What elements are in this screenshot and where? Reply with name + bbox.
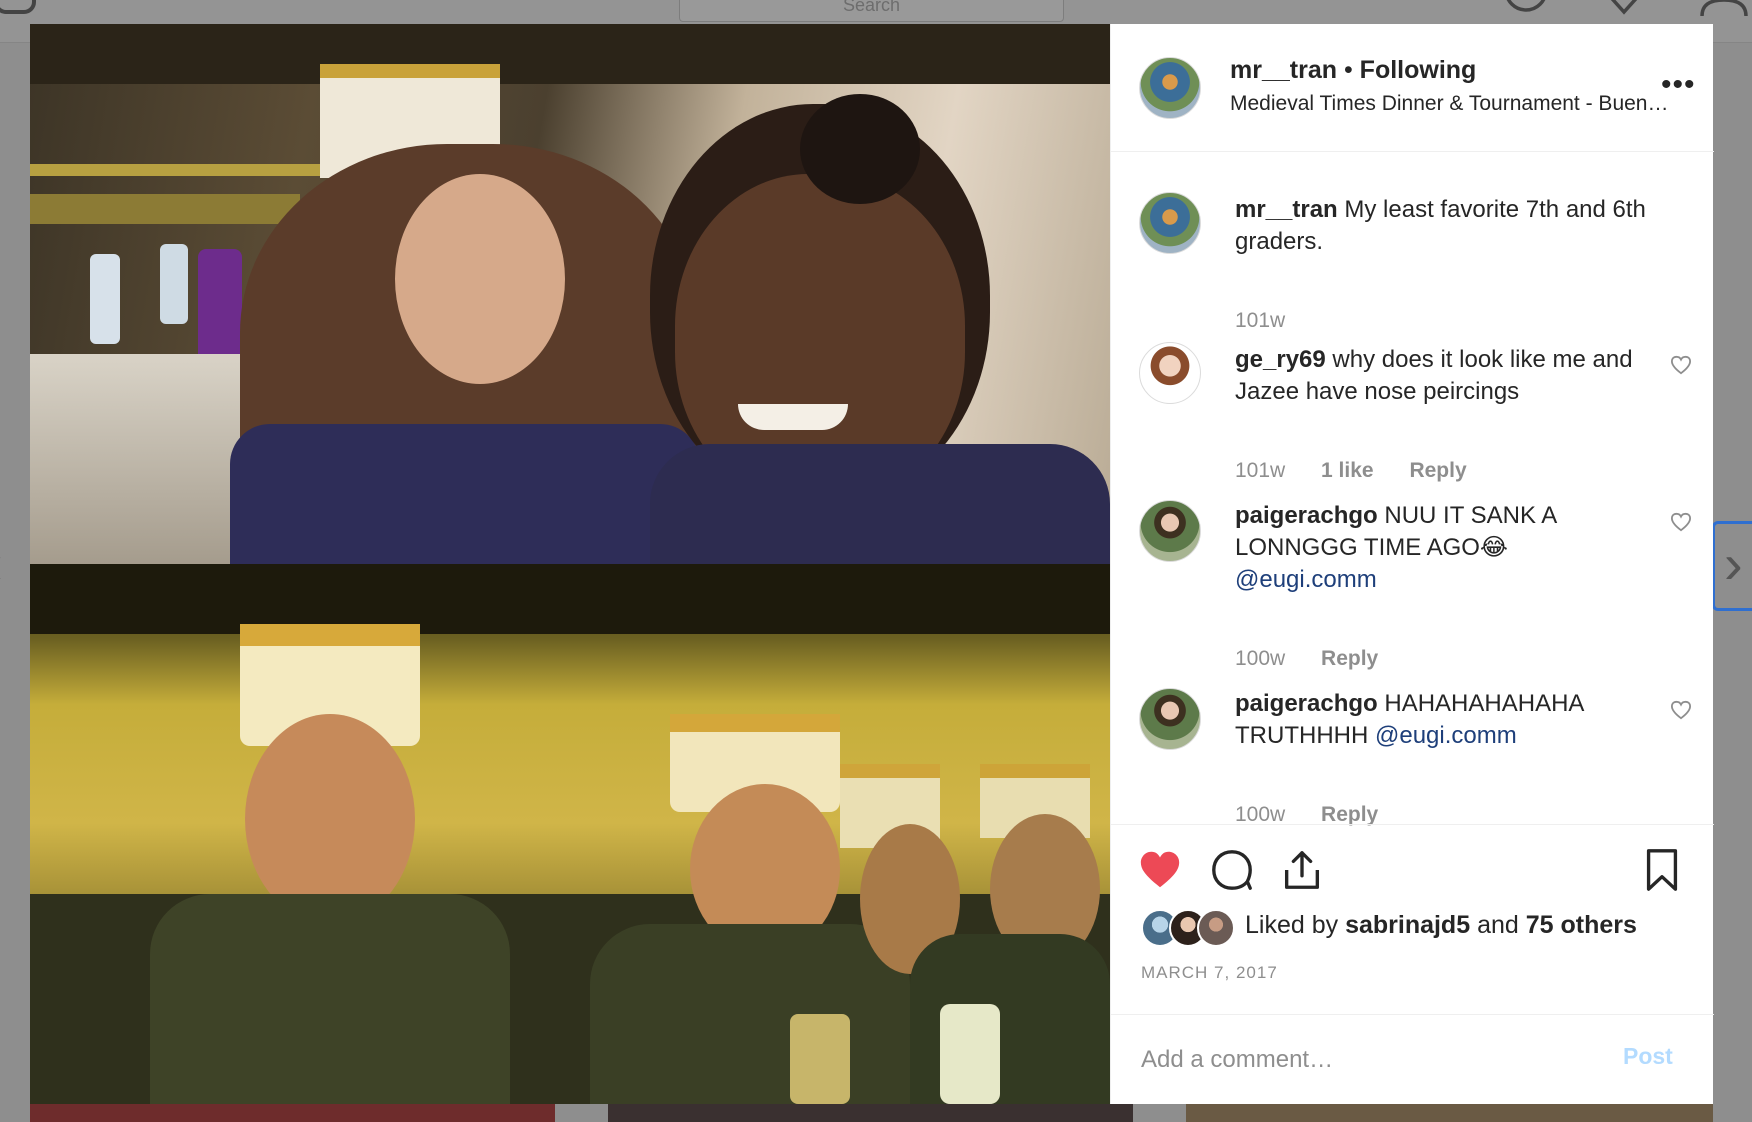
commenter-avatar[interactable] [1139,688,1201,750]
comment-timestamp[interactable]: 100w [1235,647,1285,670]
liked-by-user[interactable]: sabrinajd5 [1345,911,1470,939]
comments-list[interactable]: mr__tran My least favorite 7th and 6th g… [1111,152,1714,826]
compass-icon [1506,0,1546,12]
comment-username[interactable]: ge_ry69 [1235,346,1326,373]
heart-outline-icon [1610,0,1638,15]
comment-mention-link[interactable]: @eugi.comm [1375,722,1517,749]
likers-avatars[interactable] [1141,909,1241,947]
post-details-panel: mr__tran • Following Medieval Times Dinn… [1110,24,1714,1104]
liked-by-prefix: Liked by [1245,911,1346,939]
share-icon[interactable] [1279,847,1325,893]
background-grid-strip [0,1104,1752,1122]
more-options-icon[interactable]: ••• [1661,70,1695,102]
post-date[interactable]: MARCH 7, 2017 [1141,963,1278,983]
heart-icon[interactable] [1137,847,1183,893]
comment-like-heart-icon[interactable] [1670,355,1692,375]
next-post-arrow-icon[interactable]: › [1724,536,1743,592]
caption-username[interactable]: mr__tran [1235,196,1338,223]
comment-username[interactable]: paigerachgo [1235,502,1378,529]
comment-like-heart-icon[interactable] [1670,512,1692,532]
comment-icon[interactable] [1209,847,1255,893]
add-comment-bar: Post [1111,1014,1714,1104]
caption-timestamp[interactable]: 101w [1235,309,1285,332]
comment-meta: 100w Reply [1235,647,1408,671]
comment-mention-link[interactable]: @eugi.comm [1235,566,1377,593]
add-comment-input[interactable] [1139,1037,1583,1083]
author-avatar[interactable] [1139,57,1201,119]
comment-reply-button[interactable]: Reply [1321,647,1378,670]
comment-reply-button[interactable]: Reply [1409,459,1466,482]
comment-username[interactable]: paigerachgo [1235,690,1378,717]
comment-meta: 101w 1 like Reply [1235,459,1497,483]
post-comment-button[interactable]: Post [1623,1043,1673,1070]
liked-by-and: and [1470,911,1526,939]
commenter-avatar[interactable] [1139,500,1201,562]
commenter-avatar[interactable] [1139,342,1201,404]
comment-text: paigerachgo HAHAHAHAHAHA TRUTHHHH @eugi.… [1235,688,1655,752]
profile-icon [1700,0,1748,17]
liked-by-summary: Liked by sabrinajd5 and 75 others [1245,911,1637,940]
post-location[interactable]: Medieval Times Dinner & Tournament - Bue… [1230,92,1676,116]
comment-reply-button[interactable]: Reply [1321,803,1378,826]
comment-like-heart-icon[interactable] [1670,700,1692,720]
comment-timestamp[interactable]: 101w [1235,459,1285,482]
caption-avatar[interactable] [1139,192,1201,254]
photo-collage-top [30,24,1110,564]
instagram-logo-icon [0,0,36,14]
comment-text: ge_ry69 why does it look like me and Jaz… [1235,344,1655,408]
caption-text: mr__tran My least favorite 7th and 6th g… [1235,194,1655,258]
caption-meta: 101w [1235,309,1315,333]
following-button[interactable]: Following [1360,56,1477,84]
previous-post-arrow-icon[interactable]: ‹ [0,536,3,592]
background-search-input: Search [679,0,1064,22]
post-header: mr__tran • Following Medieval Times Dinn… [1111,24,1714,152]
author-username[interactable]: mr__tran [1230,56,1337,84]
photo-collage-bottom [30,564,1110,1104]
post-actions: Liked by sabrinajd5 and 75 others MARCH … [1111,824,1714,1014]
liker-avatar [1197,909,1235,947]
post-modal: mr__tran • Following Medieval Times Dinn… [30,24,1714,1104]
author-line: mr__tran • Following [1230,56,1476,85]
comment-timestamp[interactable]: 100w [1235,803,1285,826]
comment-text: paigerachgo NUU IT SANK A LONNGGG TIME A… [1235,500,1655,596]
post-photo [30,24,1110,1104]
separator-dot: • [1343,56,1353,84]
comment-likes-count[interactable]: 1 like [1321,459,1374,482]
bookmark-icon[interactable] [1639,847,1685,893]
liked-by-others[interactable]: 75 others [1526,911,1637,939]
